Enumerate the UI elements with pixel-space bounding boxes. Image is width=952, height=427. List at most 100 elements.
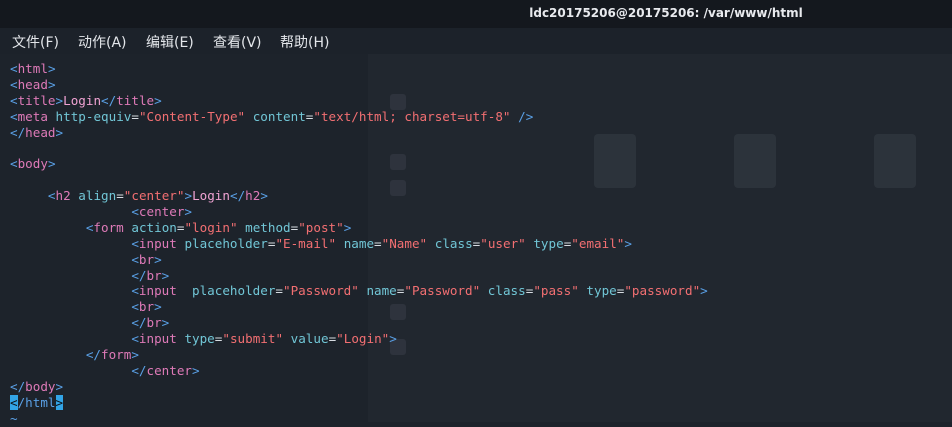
- menu-action[interactable]: 动作(A): [78, 32, 127, 52]
- code-token: </: [101, 92, 117, 108]
- code-token: />: [518, 108, 534, 124]
- code-line: <h2 align="center">Login</h2>: [10, 188, 708, 204]
- code-token: br: [138, 251, 155, 267]
- code-token: </: [85, 347, 101, 363]
- code-token: head: [17, 76, 48, 92]
- menu-edit[interactable]: 编辑(E): [146, 32, 194, 52]
- code-token: >: [47, 156, 56, 172]
- code-token: input: [138, 331, 177, 347]
- code-token: type: [184, 331, 215, 347]
- code-token: >: [260, 188, 268, 204]
- code-token: "E-mail": [275, 235, 337, 251]
- code-token: ~: [10, 410, 18, 426]
- code-token: title: [116, 92, 155, 108]
- code-token: "Content-Type": [138, 108, 246, 124]
- code-token: <: [131, 251, 139, 267]
- code-token: br: [146, 267, 162, 283]
- window-title: ldc20175206@20175206: /var/www/html: [529, 6, 803, 20]
- code-token: "pass": [533, 283, 579, 299]
- code-line: <br>: [10, 252, 708, 268]
- code-line: <body>: [10, 156, 708, 172]
- code-token: >: [154, 251, 162, 267]
- code-line: <input type="submit" value="Login">: [10, 331, 708, 347]
- code-token: "submit": [222, 331, 284, 347]
- code-token: >: [184, 204, 193, 220]
- menu-help[interactable]: 帮助(H): [280, 32, 329, 52]
- code-token: <: [10, 92, 18, 108]
- code-token: =: [131, 108, 139, 124]
- code-line: <br>: [10, 299, 708, 315]
- code-token: <: [131, 283, 139, 299]
- code-token: Login: [192, 188, 230, 204]
- code-token: >: [389, 331, 397, 347]
- title-bar: ldc20175206@20175206: /var/www/html: [0, 0, 952, 28]
- code-token: type: [586, 283, 617, 299]
- code-token: name: [343, 235, 375, 251]
- code-line: </head>: [10, 125, 708, 141]
- code-token: "email": [571, 235, 625, 251]
- code-line: </br>: [10, 268, 708, 284]
- code-line: <meta http-equiv="Content-Type" content=…: [10, 109, 708, 125]
- code-token: type: [533, 235, 564, 251]
- code-line: </form>: [10, 347, 708, 363]
- code-token: >: [55, 378, 64, 394]
- code-token: input: [138, 283, 177, 299]
- code-token: <: [131, 235, 139, 251]
- text-cursor: <: [10, 394, 18, 410]
- code-token: name: [366, 283, 397, 299]
- code-token: </: [10, 124, 26, 140]
- menu-view[interactable]: 查看(V): [213, 32, 262, 52]
- code-token: "post": [298, 219, 344, 235]
- code-token: >: [192, 362, 200, 378]
- code-token: </: [229, 188, 246, 204]
- code-token: >: [131, 347, 139, 363]
- code-token: </: [131, 315, 147, 331]
- code-token: >: [47, 61, 56, 76]
- code-token: method: [245, 219, 291, 235]
- code-token: </: [131, 267, 147, 283]
- code-line: <html>: [10, 61, 708, 77]
- code-token: class: [434, 235, 473, 251]
- code-line: <input placeholder="Password" name="Pass…: [10, 283, 707, 299]
- code-token: align: [78, 188, 117, 204]
- code-line: <head>: [10, 77, 708, 93]
- code-token: h2: [245, 188, 261, 204]
- code-token: >: [154, 92, 162, 108]
- code-token: "Name": [381, 235, 428, 251]
- code-token: "user": [480, 235, 526, 251]
- code-token: "password": [624, 283, 701, 299]
- code-token: head: [25, 124, 56, 140]
- code-token: >: [161, 315, 170, 331]
- code-token: html: [17, 61, 48, 76]
- code-line: </br>: [10, 315, 708, 331]
- code-token: "login": [184, 219, 238, 235]
- code-token: =: [116, 188, 124, 204]
- code-token: Login: [63, 92, 102, 108]
- code-token: http-equiv: [55, 108, 132, 124]
- code-token: >: [154, 299, 162, 315]
- code-token: =: [374, 235, 382, 251]
- terminal-text-area[interactable]: <html> <head> <title>Login</title> <meta ht…: [10, 61, 708, 426]
- menu-file[interactable]: 文件(F): [12, 32, 59, 52]
- code-token: >: [47, 76, 56, 92]
- code-token: meta: [17, 108, 48, 124]
- code-token: content: [252, 108, 306, 124]
- code-token: <: [131, 331, 139, 347]
- code-token: >: [55, 124, 64, 140]
- code-token: "Password": [404, 283, 481, 299]
- code-token: body: [17, 156, 48, 172]
- menu-bar: 文件(F) 动作(A) 编辑(E) 查看(V) 帮助(H): [0, 28, 952, 54]
- code-token: title: [17, 92, 56, 108]
